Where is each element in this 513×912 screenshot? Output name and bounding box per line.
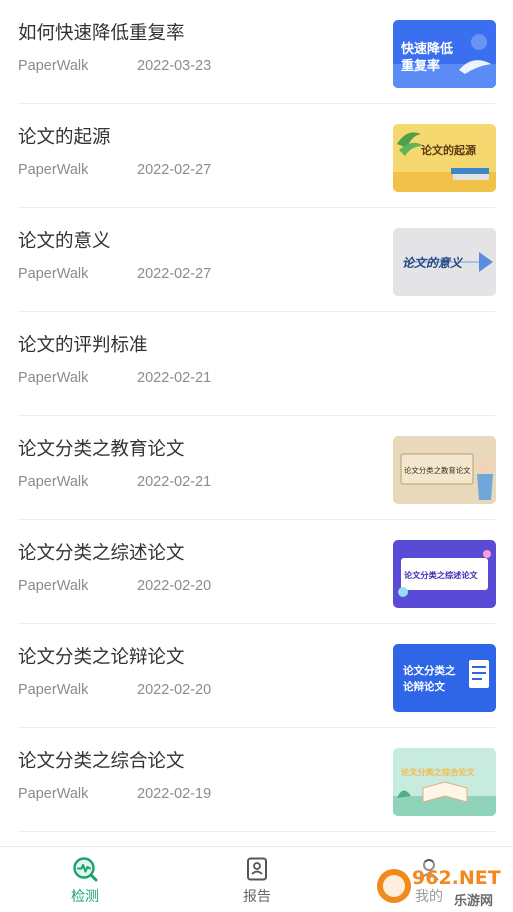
thumb-text: 论文分类之教育论文 [404,466,471,475]
thumb-text: 快速降低 [401,41,453,57]
article-thumbnail[interactable]: 论文分类之综述论文 [393,540,496,608]
watermark-text: 乐游网 [454,893,493,909]
article-author: PaperWalk [18,370,89,386]
article-author: PaperWalk [18,474,89,490]
list-item[interactable]: 论文的意义 PaperWalk 2022-02-27 论文的意义 [0,208,513,312]
article-date: 2022-02-20 [137,682,212,698]
article-author: PaperWalk [18,786,89,802]
article-thumbnail[interactable]: 论文的起源 [393,124,496,192]
thumb-text: 重复率 [401,58,440,74]
watermark-logo: 962.NET 乐游网 [372,860,513,912]
article-thumbnail[interactable]: 论文分类之教育论文 [393,436,496,504]
thumb-text: 论文分类之综合论文 [401,767,476,777]
article-author: PaperWalk [18,162,89,178]
article-thumbnail[interactable]: 论文的意义 [393,228,496,296]
thumb-text: 论文分类之综述论文 [404,570,479,580]
article-title: 如何快速降低重复率 [18,23,185,44]
article-thumbnail[interactable]: 论文分类之 论辩论文 [393,644,496,712]
detect-icon [72,856,98,882]
article-list: 如何快速降低重复率 PaperWalk 2022-03-23 快速降低 重复率 … [0,0,513,846]
article-date: 2022-02-21 [137,370,212,386]
list-item[interactable]: 论文的评判标准 PaperWalk 2022-02-21 [0,312,513,416]
tab-label: 检测 [71,889,99,905]
article-title: 论文分类之教育论文 [18,439,185,460]
article-date: 2022-02-20 [137,578,212,594]
article-date: 2022-02-21 [137,474,212,490]
list-item[interactable] [0,832,513,846]
article-date: 2022-03-23 [137,58,212,74]
list-item[interactable]: 论文分类之综合论文 PaperWalk 2022-02-19 论文分类之综合论文 [0,728,513,832]
article-date: 2022-02-27 [137,266,212,282]
article-title: 论文的评判标准 [18,335,148,356]
list-item[interactable]: 论文分类之综述论文 PaperWalk 2022-02-20 论文分类之综述论文 [0,520,513,624]
tab-detect[interactable]: 检测 [35,847,135,912]
tab-report[interactable]: 报告 [207,847,307,912]
article-thumbnail[interactable]: 快速降低 重复率 [393,20,496,88]
thumb-text: 论文的意义 [402,256,464,270]
list-item[interactable]: 论文分类之论辩论文 PaperWalk 2022-02-20 论文分类之 论辩论… [0,624,513,728]
thumb-text: 论文的起源 [421,143,476,157]
article-title: 论文的起源 [18,127,111,148]
thumb-text: 论辩论文 [403,680,445,693]
report-icon [244,856,270,882]
thumb-text: 论文分类之 [403,664,456,677]
article-author: PaperWalk [18,266,89,282]
article-author: PaperWalk [18,578,89,594]
article-date: 2022-02-27 [137,162,212,178]
tab-label: 报告 [243,889,271,905]
list-item[interactable]: 如何快速降低重复率 PaperWalk 2022-03-23 快速降低 重复率 [0,0,513,104]
watermark-text: 962.NET [412,867,501,889]
article-title: 论文分类之论辩论文 [18,647,185,668]
article-title: 论文分类之综合论文 [18,751,185,772]
list-item[interactable]: 论文分类之教育论文 PaperWalk 2022-02-21 论文分类之教育论文 [0,416,513,520]
article-date: 2022-02-19 [137,786,212,802]
article-thumbnail[interactable]: 论文分类之综合论文 [393,748,496,816]
article-author: PaperWalk [18,682,89,698]
article-title: 论文分类之综述论文 [18,543,185,564]
list-item[interactable]: 论文的起源 PaperWalk 2022-02-27 论文的起源 [0,104,513,208]
article-author: PaperWalk [18,58,89,74]
article-title: 论文的意义 [18,231,111,252]
